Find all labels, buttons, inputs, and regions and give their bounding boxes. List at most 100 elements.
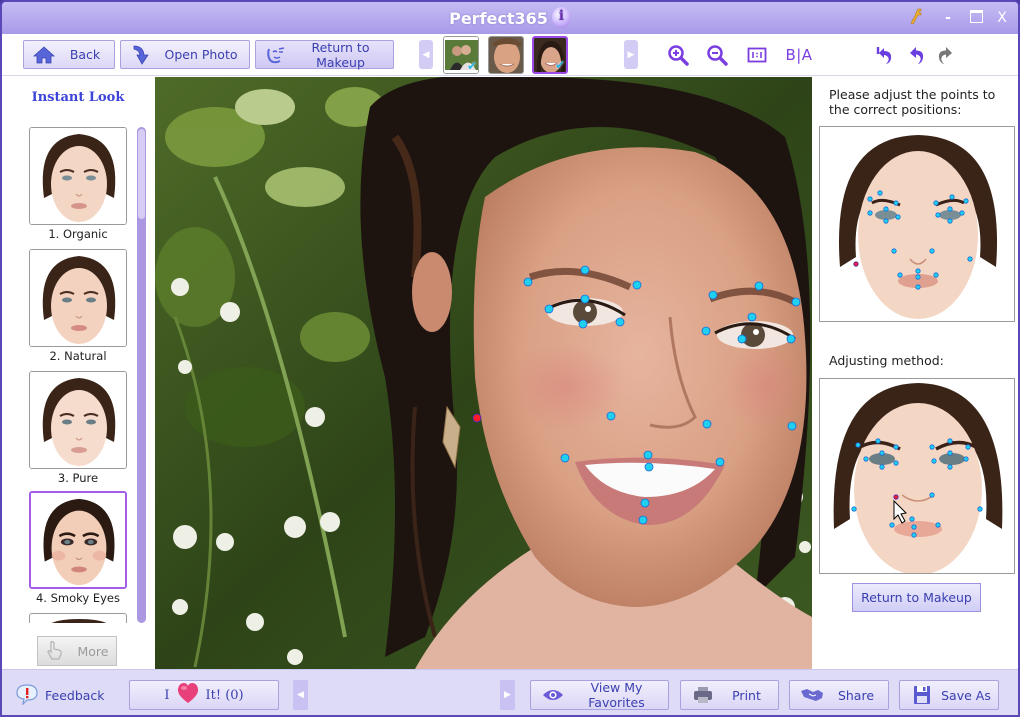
scrollbar-thumb[interactable]: [138, 129, 145, 219]
back-button[interactable]: Back: [23, 40, 115, 69]
landmark-point[interactable]: [472, 413, 482, 423]
print-button[interactable]: Print: [680, 680, 779, 710]
reference-point: [883, 206, 889, 212]
landmark-point[interactable]: [643, 450, 653, 460]
reference-point: [875, 438, 881, 444]
save-as-label: Save As: [941, 687, 991, 703]
save-as-button[interactable]: Save As: [899, 680, 999, 710]
before-after-toggle[interactable]: B|A: [784, 44, 814, 66]
landmark-point[interactable]: [754, 281, 764, 291]
reference-point: [867, 196, 873, 202]
toolbar: Back Open Photo Return to Makeup ◀ ✔ ✔ ▶: [2, 34, 1018, 76]
reference-point: [933, 200, 939, 206]
photo-image[interactable]: [155, 77, 812, 669]
zoom-out-icon[interactable]: [705, 44, 729, 66]
reference-point: [897, 272, 903, 278]
landmark-point[interactable]: [580, 265, 590, 275]
landmark-point[interactable]: [544, 304, 554, 314]
zoom-in-icon[interactable]: [666, 44, 690, 66]
landmark-point[interactable]: [523, 277, 533, 287]
return-to-makeup-toolbar-button[interactable]: Return to Makeup: [255, 39, 394, 70]
landmark-point[interactable]: [638, 515, 648, 525]
feedback-link[interactable]: Feedback: [15, 683, 105, 708]
reference-point: [911, 524, 917, 530]
makeup-face-icon: [264, 44, 288, 66]
look-preview-image: [29, 491, 127, 589]
info-icon[interactable]: [551, 7, 571, 28]
return-to-makeup-label: Return to Makeup: [311, 39, 370, 70]
undo-all-icon[interactable]: [874, 44, 896, 66]
undo-icon[interactable]: [906, 44, 928, 66]
home-icon: [32, 44, 56, 66]
reference-point: [877, 190, 883, 196]
landmark-point[interactable]: [632, 280, 642, 290]
landmark-point[interactable]: [640, 498, 650, 508]
reference-point: [893, 200, 899, 206]
maximize-button[interactable]: [966, 8, 986, 28]
photo-canvas[interactable]: [155, 77, 812, 669]
landmark-point[interactable]: [715, 457, 725, 467]
i-love-it-button[interactable]: I It! (0): [129, 680, 279, 710]
instant-look-item-pure[interactable]: 3. Pure: [29, 371, 127, 485]
photo-thumbnail-woman[interactable]: ✔: [532, 36, 568, 74]
bottom-prev-button[interactable]: ◀: [293, 680, 308, 710]
photo-thumbnail-man[interactable]: [488, 36, 524, 74]
bottom-next-button[interactable]: ▶: [500, 680, 515, 710]
landmark-point[interactable]: [791, 297, 801, 307]
photo-thumbnail-couple[interactable]: ✔: [443, 36, 479, 74]
view-favorites-label: View My Favorites: [588, 680, 645, 710]
landmark-point[interactable]: [737, 334, 747, 344]
instant-look-item-organic[interactable]: 1. Organic: [29, 127, 127, 241]
floppy-disk-icon: [910, 685, 934, 705]
reference-point: [891, 248, 897, 254]
instant-look-panel: Instant Look 1. Organic 2. Natural 3. Pu…: [2, 77, 154, 669]
instant-look-item-partial[interactable]: [29, 613, 127, 623]
landmark-point[interactable]: [578, 319, 588, 329]
close-button[interactable]: X: [992, 8, 1012, 28]
reference-point: [963, 456, 969, 462]
reference-point: [947, 218, 953, 224]
landmark-point[interactable]: [702, 419, 712, 429]
instant-look-item-natural[interactable]: 2. Natural: [29, 249, 127, 363]
printer-icon: [691, 685, 715, 705]
redo-icon[interactable]: [934, 44, 956, 66]
landmark-point[interactable]: [606, 411, 616, 421]
landmark-point[interactable]: [615, 317, 625, 327]
settings-wrench-icon[interactable]: [906, 8, 926, 28]
reference-point: [967, 256, 973, 262]
more-looks-button[interactable]: More: [37, 636, 117, 666]
landmark-point[interactable]: [644, 462, 654, 472]
reference-point: [889, 522, 895, 528]
return-to-makeup-button[interactable]: Return to Makeup: [852, 583, 981, 612]
reference-point: [935, 212, 941, 218]
adjust-instruction: Please adjust the points to the correct …: [829, 87, 996, 117]
reference-point: [947, 464, 953, 470]
landmark-point[interactable]: [701, 326, 711, 336]
adjust-points-panel: Please adjust the points to the correct …: [812, 77, 1018, 669]
landmark-point[interactable]: [747, 312, 757, 322]
minimize-button[interactable]: -: [938, 8, 958, 28]
landmark-point[interactable]: [560, 453, 570, 463]
thumbnails-prev-button[interactable]: ◀: [419, 40, 433, 69]
open-photo-label: Open Photo: [164, 47, 238, 62]
reference-point: [895, 214, 901, 220]
share-button[interactable]: Share: [789, 680, 889, 710]
landmark-point[interactable]: [787, 421, 797, 431]
reference-point: [949, 194, 955, 200]
reference-point: [965, 444, 971, 450]
heart-icon: [176, 682, 200, 708]
print-label: Print: [732, 687, 761, 703]
landmark-point[interactable]: [708, 290, 718, 300]
actual-size-icon[interactable]: [745, 44, 769, 66]
instant-look-item-smoky-eyes[interactable]: 4. Smoky Eyes: [29, 491, 127, 605]
adjusting-method-image: [819, 378, 1015, 574]
open-photo-button[interactable]: Open Photo: [120, 40, 250, 69]
checkmark-icon: ✔: [554, 58, 565, 72]
landmark-point[interactable]: [786, 334, 796, 344]
landmark-point[interactable]: [580, 294, 590, 304]
thumbnails-next-button[interactable]: ▶: [624, 40, 638, 69]
feedback-label: Feedback: [45, 688, 105, 703]
pointer-hand-icon: [46, 640, 64, 663]
view-my-favorites-button[interactable]: View My Favorites: [530, 680, 669, 710]
bottom-bar: Feedback I It! (0) ◀ ▶ View My Favorites…: [2, 669, 1018, 715]
